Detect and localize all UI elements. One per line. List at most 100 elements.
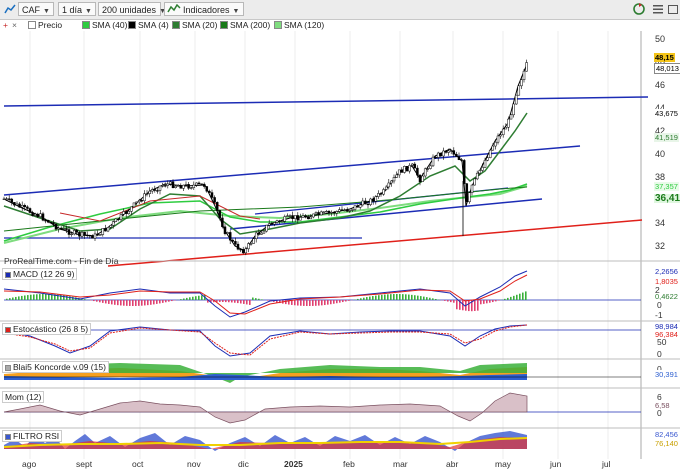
refresh-icon[interactable] [632,2,646,16]
candle-body [374,196,378,202]
macd-hist-bar [261,299,263,300]
legend-close-icon[interactable]: × [12,20,17,30]
macd-hist-bar [156,300,158,304]
macd-hist-bar [312,300,314,306]
legend-item-sma40[interactable]: SMA (40) [82,20,127,30]
chart-area[interactable]: 50 48 46 44 42 40 38 36 34 32 [0,31,680,471]
stoch-axis-tick: 0 [657,349,662,359]
macd-hist-bar [513,295,515,300]
candle-body [169,181,172,185]
macd-hist-bar [423,296,425,300]
legend-item-sma20[interactable]: SMA (20) [172,20,217,30]
candle-body [28,208,32,213]
macd-hist-bar [387,294,389,300]
candle-body [130,206,133,212]
macd-hist-bar [408,294,410,300]
legend-add-icon[interactable]: + [3,20,8,30]
rsi-filter-pane[interactable] [3,431,528,451]
macd-hist-bar [240,300,242,304]
legend-item-precio[interactable]: Precio [28,20,62,30]
candle-body [218,210,222,219]
indicators-label: Indicadores [183,5,230,15]
chart-menu-icon[interactable] [3,2,17,16]
units-selector[interactable]: 200 unidades ▼ [98,2,166,16]
symbol-selector[interactable]: CAF ▼ [18,2,54,16]
macd-hist-bar [129,300,131,306]
macd-hist-bar [234,300,236,303]
macd-hist-bar [492,300,494,303]
candle-body [46,220,50,223]
macd-tag: 2,2656 [655,267,678,276]
macd-hist-bar [195,296,197,300]
maximize-icon[interactable] [666,2,680,16]
macd-hist-bar [285,300,287,305]
candle-body [468,192,471,203]
macd-hist-bar [321,300,323,306]
candle-body [377,193,380,197]
price-tick: 34 [655,218,665,228]
mid-channel-line[interactable] [3,145,581,196]
macd-hist-bar [396,294,398,300]
sma40-swatch-icon [82,21,90,29]
month-label: sept [76,459,93,469]
candle-body [288,215,292,217]
candle-body [67,229,71,235]
stoch-title[interactable]: Estocástico (26 8 5) [2,323,92,335]
candle-body [278,220,281,222]
macd-hist-bar [342,300,344,303]
candle-body [405,166,409,172]
legend-label: SMA (120) [284,20,325,30]
macd-hist-bar [180,299,182,300]
macd-title[interactable]: MACD (12 26 9) [2,268,78,280]
symbol-label: CAF [22,5,40,15]
macd-line [3,270,528,318]
options-icon[interactable] [651,2,665,16]
candle-body [85,234,89,237]
candle-body [478,170,482,174]
candle-body [26,206,29,209]
upper-channel-line[interactable] [3,96,649,107]
candle-body [260,232,263,235]
candle-body [41,213,45,221]
stochastic-pane[interactable] [3,324,641,357]
legend-item-sma4[interactable]: SMA (4) [128,20,169,30]
period-selector[interactable]: 1 día ▼ [58,2,96,16]
macd-hist-bar [114,300,116,305]
rsi-title[interactable]: FILTRO RSI [2,430,63,442]
macd-hist-bar [393,294,395,300]
candle-body [291,215,294,220]
candle-body [434,156,437,159]
price-tick: 38 [655,172,665,182]
candle-body [275,220,279,223]
month-label: mar [393,459,408,469]
red-support-line[interactable] [107,219,643,267]
momentum-pane[interactable] [3,392,641,424]
candle-body [150,189,154,192]
macd-hist-bar [243,300,245,304]
macd-hist-bar [45,294,47,300]
legend-item-sma120[interactable]: SMA (120) [274,20,324,30]
candle-body [163,185,167,187]
indicators-button[interactable]: Indicadores ▼ [164,2,244,16]
candle-body [439,152,443,157]
legend-item-sma200[interactable]: SMA (200) [220,20,270,30]
macd-hist-bar [315,300,317,306]
candle-body [369,198,372,205]
candle-body [234,241,237,245]
candle-body [122,211,125,215]
koncorde-title[interactable]: Blai5 Koncorde v.09 (15) [2,361,109,373]
candle-body [210,192,214,198]
candle-body [54,223,58,230]
candle-body [429,165,432,169]
candle-body [520,79,523,87]
rsi-tag: 82,456 [655,430,678,439]
stoch-swatch-icon [5,327,11,333]
macd-pane[interactable] [3,270,641,318]
candle-body [413,163,417,169]
macd-hist-bar [108,300,110,304]
candle-body [267,223,271,226]
macd-hist-bar [33,294,35,300]
candle-body [400,169,404,173]
mom-title[interactable]: Mom (12) [2,391,45,403]
macd-hist-bar [525,291,527,300]
